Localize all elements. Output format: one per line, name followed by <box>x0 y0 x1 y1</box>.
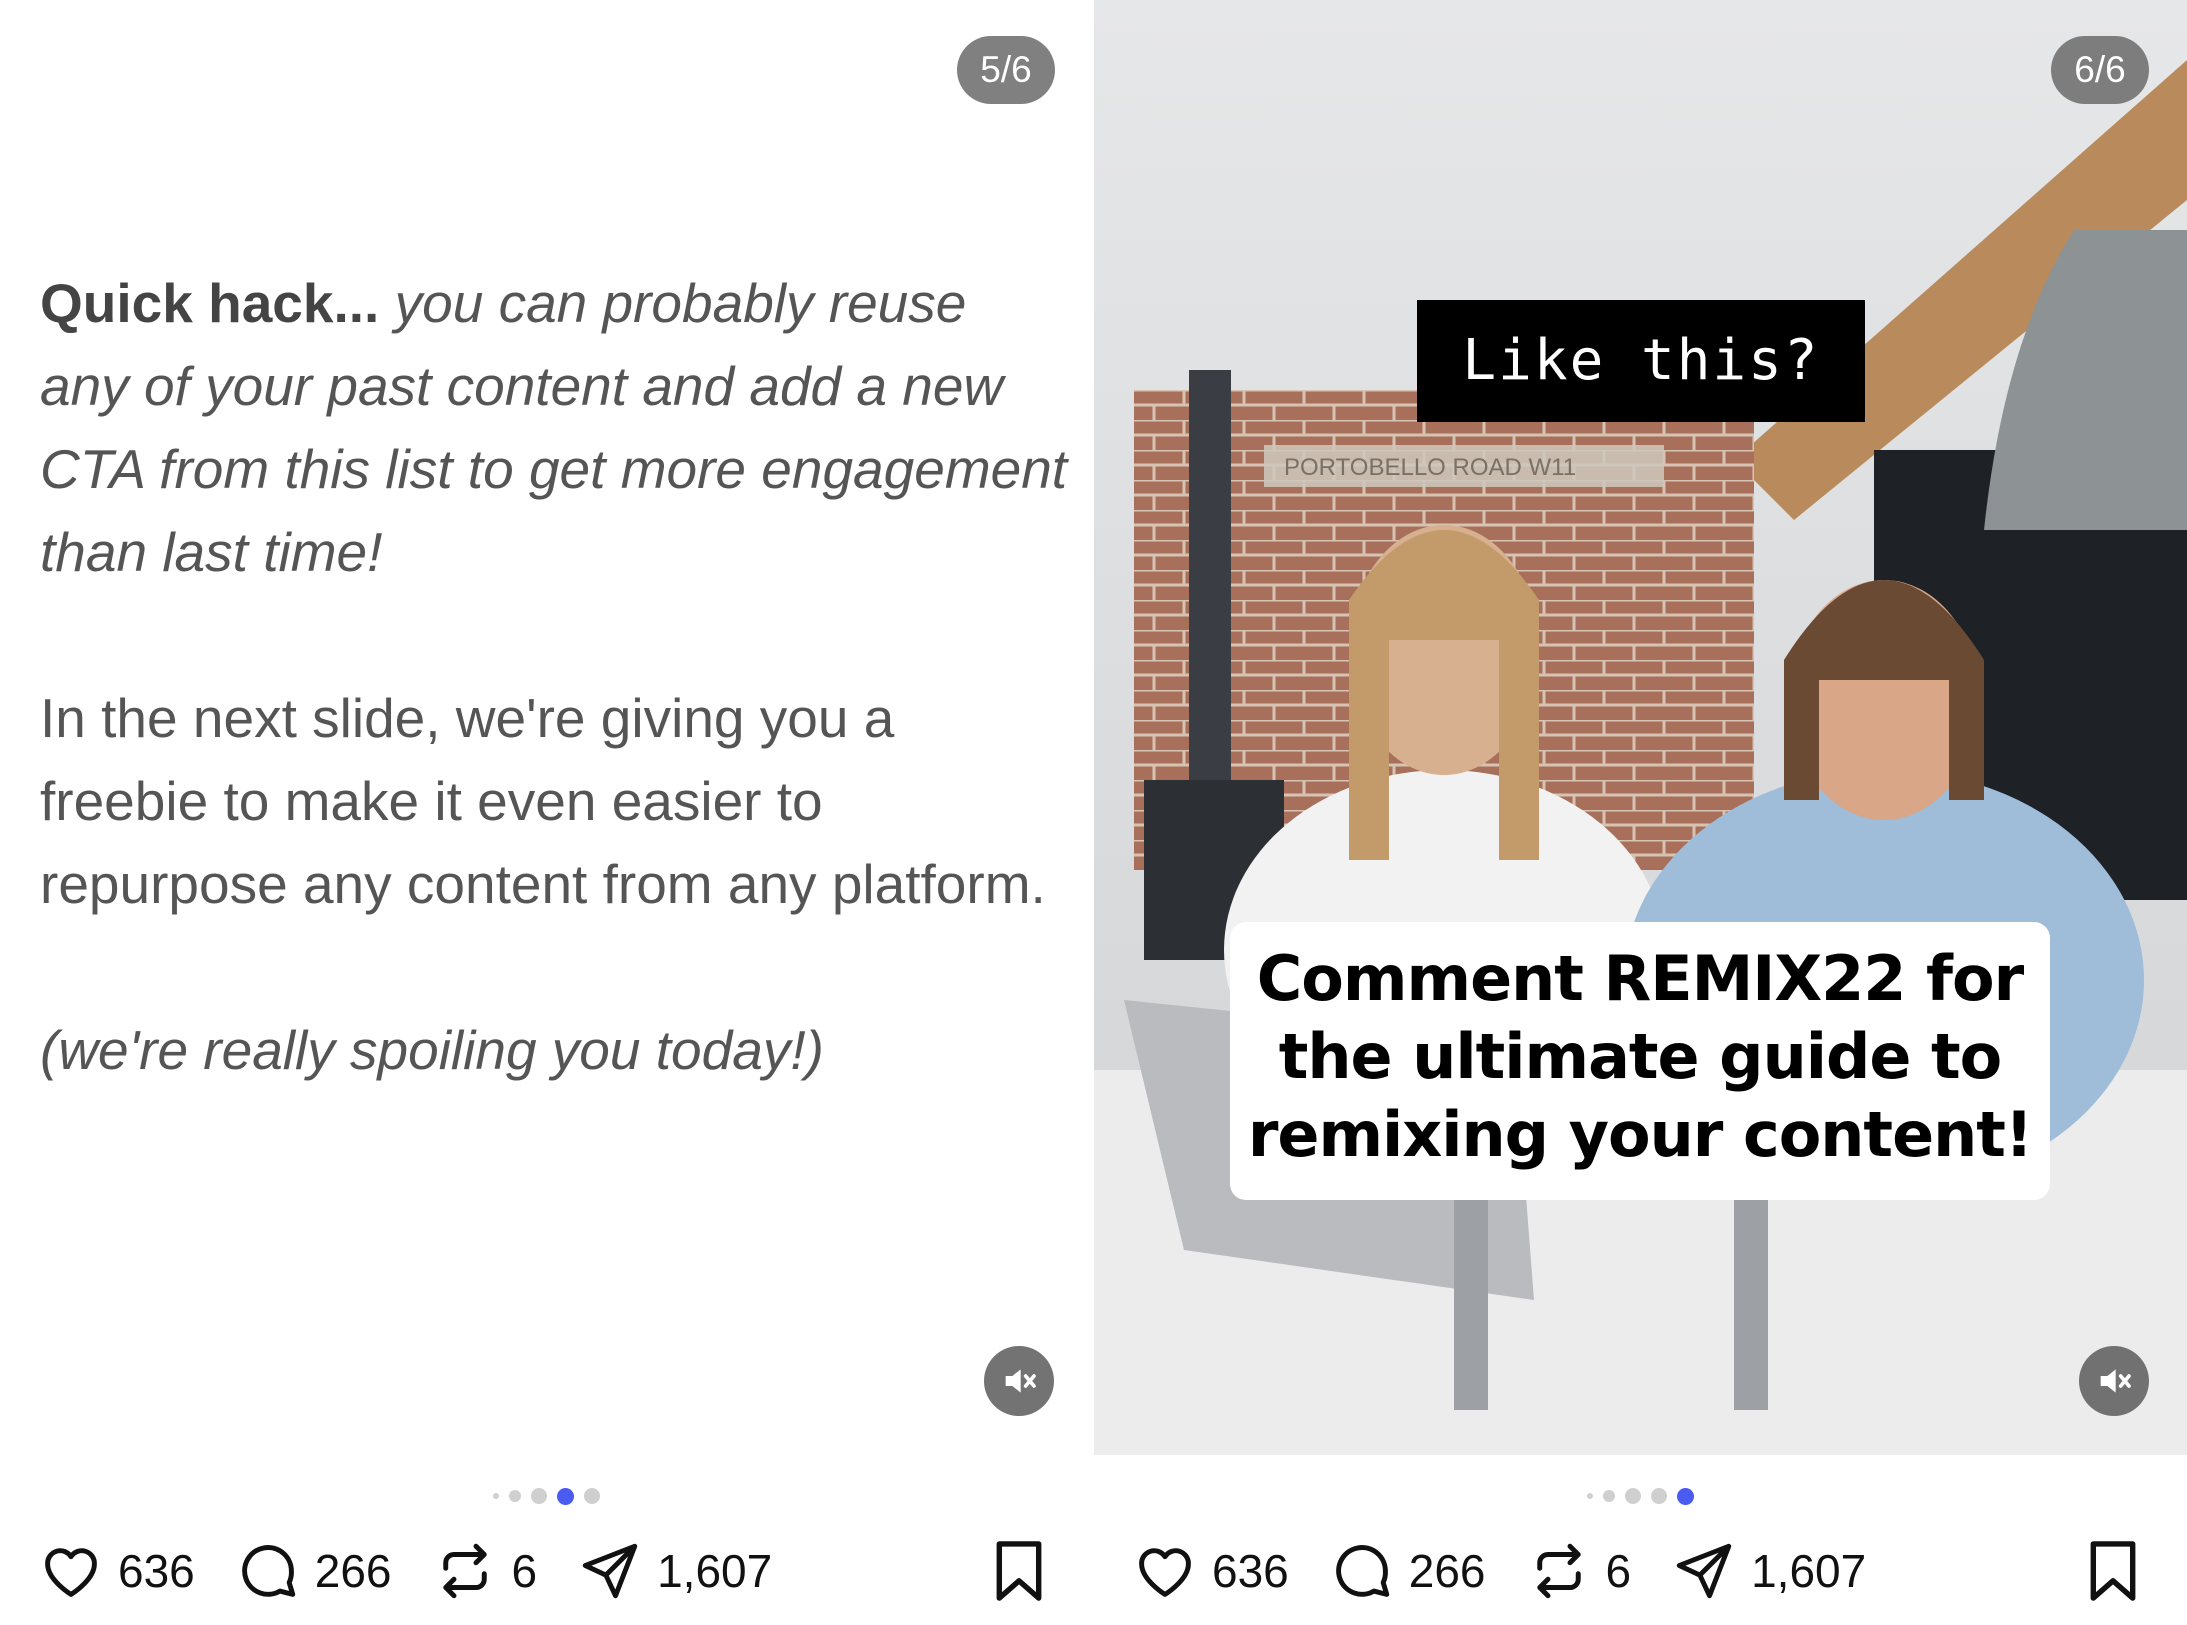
repost-count: 6 <box>511 1545 538 1597</box>
mute-button[interactable] <box>984 1346 1054 1416</box>
mute-button[interactable] <box>2079 1346 2149 1416</box>
carousel-dot[interactable] <box>1651 1488 1667 1504</box>
post-panel-left: 5/6 Quick hack... you can probably reuse… <box>0 0 1093 1625</box>
action-bar: 636 266 6 1,607 <box>38 1536 812 1606</box>
action-bar: 636 266 6 1,607 <box>1132 1536 1906 1606</box>
carousel-dot-active[interactable] <box>557 1487 574 1505</box>
video-frame[interactable]: PORTOBELLO ROAD W11 <box>1094 0 2187 1455</box>
intro-paragraph: Quick hack... you can probably reuse any… <box>40 262 1070 594</box>
like-button[interactable]: 636 <box>38 1538 195 1604</box>
closing-paragraph: (we're really spoiling you today!) <box>40 1009 1070 1092</box>
comment-count: 266 <box>314 1545 392 1597</box>
comment-button[interactable]: 266 <box>235 1538 392 1604</box>
carousel-dots <box>1094 1486 2187 1506</box>
like-button[interactable]: 636 <box>1132 1538 1289 1604</box>
comment-button[interactable]: 266 <box>1329 1538 1486 1604</box>
post-panel-right: PORTOBELLO ROAD W11 6/6 Like this? Comme… <box>1094 0 2187 1625</box>
send-icon <box>1676 1543 1732 1599</box>
carousel-dot[interactable] <box>493 1493 499 1499</box>
heart-icon <box>1139 1548 1191 1597</box>
bookmark-icon[interactable] <box>989 1539 1049 1603</box>
comment-count: 266 <box>1408 1545 1486 1597</box>
share-count: 1,607 <box>1751 1545 1867 1597</box>
carousel-dot[interactable] <box>1625 1488 1641 1504</box>
carousel-dot[interactable] <box>531 1488 547 1504</box>
like-count: 636 <box>118 1545 195 1597</box>
carousel-dot[interactable] <box>1587 1493 1593 1499</box>
carousel-dot[interactable] <box>509 1490 521 1502</box>
share-count: 1,607 <box>657 1545 773 1597</box>
slide-counter: 5/6 <box>957 36 1055 104</box>
caption-top: Like this? <box>1417 300 1865 422</box>
send-icon <box>582 1543 638 1599</box>
carousel-dot-active[interactable] <box>1677 1487 1694 1505</box>
heart-icon <box>45 1548 97 1597</box>
closing-text: (we're really spoiling you today!) <box>40 1019 824 1081</box>
repost-button[interactable]: 6 <box>432 1538 538 1604</box>
repost-icon <box>1536 1543 1581 1599</box>
share-button[interactable]: 1,607 <box>577 1538 772 1604</box>
slide-text: Quick hack... you can probably reuse any… <box>40 262 1070 1175</box>
carousel-dots <box>0 1486 1093 1506</box>
mute-icon <box>1005 1369 1036 1393</box>
comment-icon <box>1335 1545 1389 1597</box>
repost-icon <box>442 1543 487 1599</box>
wall-sign: PORTOBELLO ROAD W11 <box>1284 454 1576 481</box>
intro-bold: Quick hack... <box>40 272 380 334</box>
slide-counter: 6/6 <box>2051 36 2149 104</box>
like-count: 636 <box>1212 1545 1289 1597</box>
repost-button[interactable]: 6 <box>1526 1538 1632 1604</box>
repost-count: 6 <box>1605 1545 1632 1597</box>
carousel-dot[interactable] <box>584 1488 600 1504</box>
bookmark-icon[interactable] <box>2083 1539 2143 1603</box>
share-button[interactable]: 1,607 <box>1671 1538 1866 1604</box>
caption-bottom: Comment REMIX22 for the ultimate guide t… <box>1230 922 2050 1200</box>
carousel-dot[interactable] <box>1603 1490 1615 1502</box>
comment-icon <box>241 1545 295 1597</box>
mute-icon <box>2100 1369 2131 1393</box>
body-paragraph: In the next slide, we're giving you a fr… <box>40 687 1046 915</box>
